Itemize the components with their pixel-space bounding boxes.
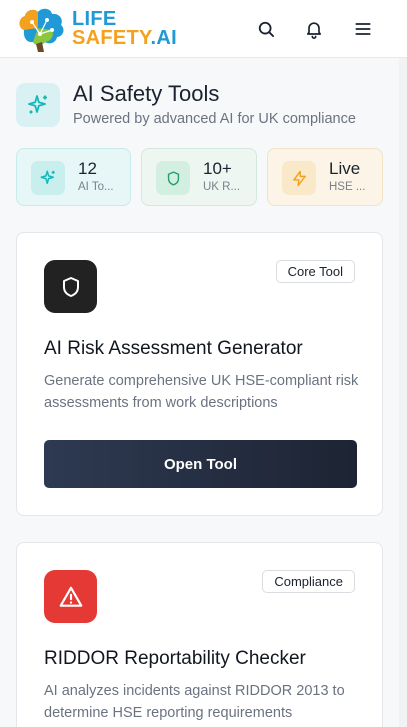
- stat-value: 12: [78, 159, 97, 178]
- page-title: AI Safety Tools: [73, 81, 220, 106]
- search-icon[interactable]: [254, 17, 278, 41]
- tool-description: AI analyzes incidents against RIDDOR 201…: [44, 683, 345, 721]
- app-header: LIFE SAFETY.AI: [0, 0, 407, 58]
- stat-value: Live: [329, 159, 361, 178]
- brain-logo-icon: [19, 8, 64, 52]
- logo[interactable]: LIFE SAFETY.AI: [14, 6, 177, 52]
- sparkles-icon: [16, 83, 60, 127]
- logo-line2-ai: .AI: [150, 27, 177, 49]
- open-tool-button[interactable]: Open Tool: [44, 440, 357, 488]
- logo-line2-safety: SAFETY: [72, 27, 151, 49]
- category-badge: Compliance: [262, 570, 355, 593]
- tool-card[interactable]: Core Tool AI Risk Assessment Generator G…: [16, 232, 383, 516]
- scrollbar[interactable]: [399, 58, 407, 727]
- stat-hse-live[interactable]: Live HSE ...: [267, 148, 383, 206]
- sparkles-icon: [31, 161, 65, 195]
- warning-icon: [44, 570, 97, 623]
- shield-icon: [156, 161, 190, 195]
- menu-icon[interactable]: [351, 17, 375, 41]
- stat-value: 10+: [203, 159, 232, 178]
- tool-title: AI Risk Assessment Generator: [44, 338, 303, 359]
- tool-title: RIDDOR Reportability Checker: [44, 648, 306, 669]
- shield-icon: [44, 260, 97, 313]
- stat-ai-tools[interactable]: 12 AI To...: [16, 148, 131, 206]
- tool-description: Generate comprehensive UK HSE-compliant …: [44, 373, 359, 411]
- stat-uk-regulations[interactable]: 10+ UK R...: [141, 148, 257, 206]
- bell-icon[interactable]: [302, 17, 326, 41]
- page-heading: AI Safety Tools Powered by advanced AI f…: [16, 81, 386, 129]
- stat-label: HSE ...: [329, 181, 366, 193]
- page-subtitle: Powered by advanced AI for UK compliance: [73, 111, 356, 127]
- tool-card[interactable]: Compliance RIDDOR Reportability Checker …: [16, 542, 383, 727]
- stat-label: UK R...: [203, 181, 241, 193]
- stat-label: AI To...: [78, 181, 114, 193]
- logo-text: LIFE SAFETY.AI: [72, 9, 177, 49]
- lightning-icon: [282, 161, 316, 195]
- category-badge: Core Tool: [275, 260, 355, 283]
